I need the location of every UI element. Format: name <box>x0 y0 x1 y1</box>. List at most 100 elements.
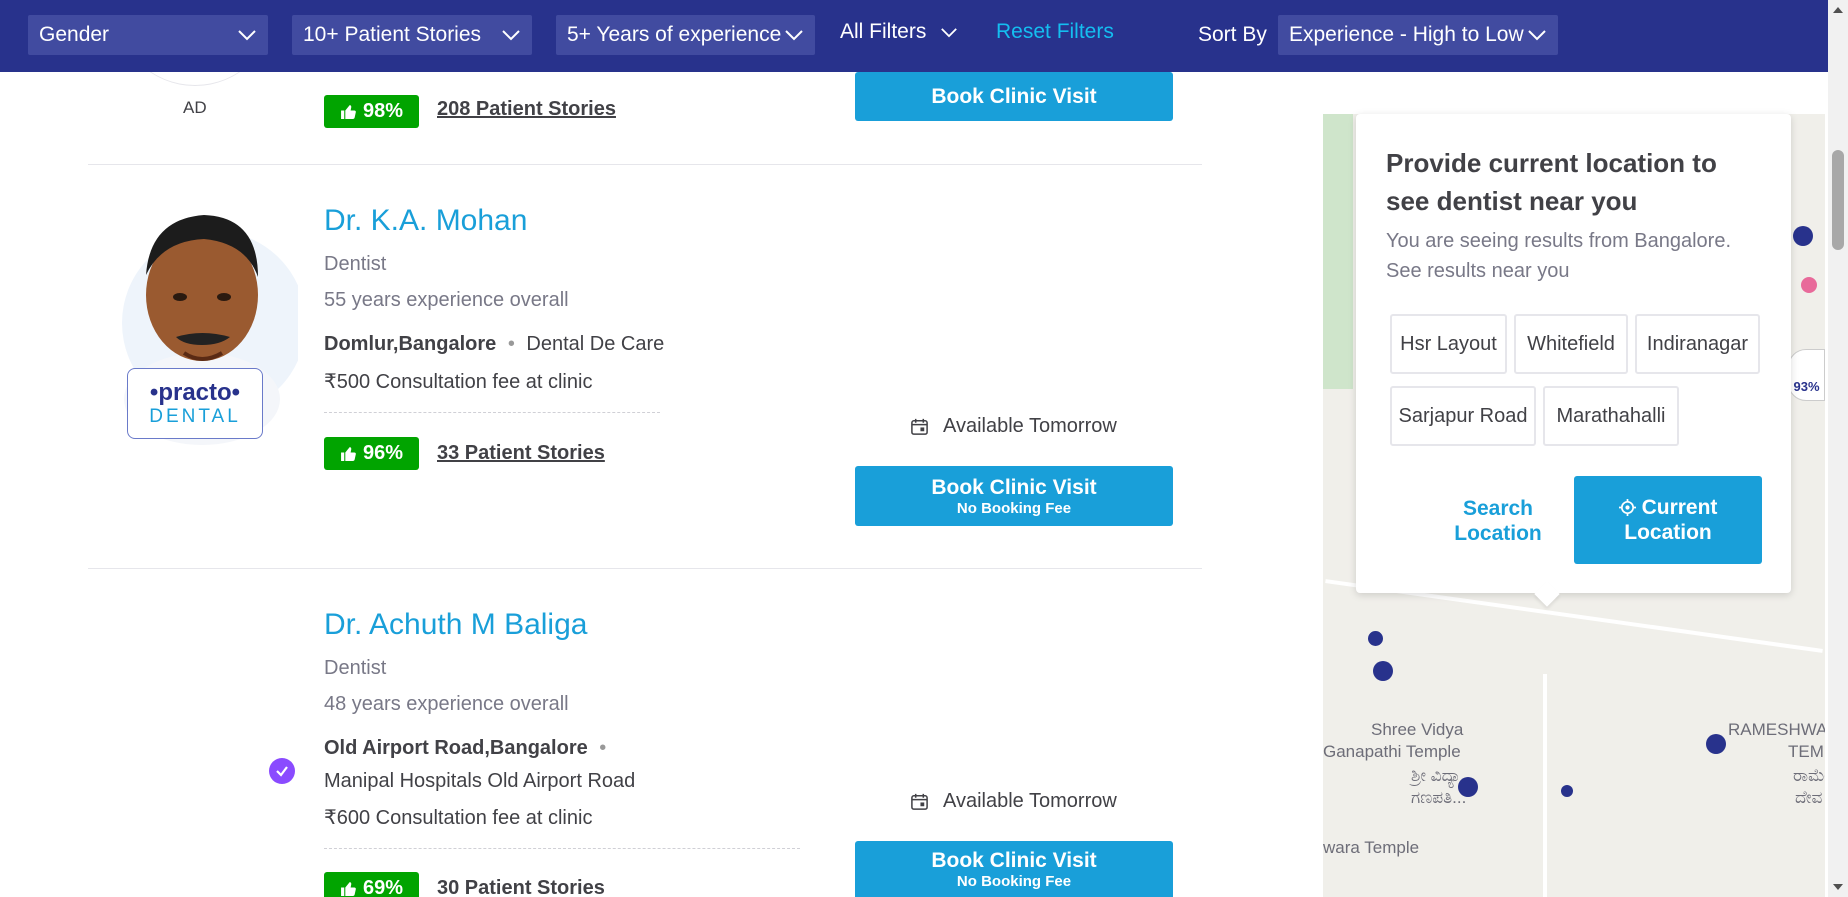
book-clinic-visit-button[interactable]: Book Clinic Visit No Booking Fee <box>855 841 1173 897</box>
availability: Available Tomorrow <box>910 790 1117 813</box>
patient-stories-link[interactable]: 33 Patient Stories <box>437 442 605 465</box>
location-popup: Provide current location to see dentist … <box>1356 114 1791 607</box>
patient-stories-filter-label: 10+ Patient Stories <box>303 23 482 46</box>
thumbs-up-icon <box>341 447 356 461</box>
doctor-name-link[interactable]: Dr. Achuth M Baliga <box>324 608 587 642</box>
map-pin[interactable] <box>1373 661 1393 681</box>
scroll-down-arrow-icon[interactable] <box>1832 881 1844 893</box>
calendar-icon <box>911 418 928 435</box>
doctor-experience: 55 years experience overall <box>324 289 569 311</box>
search-location-line2: Location <box>1454 522 1542 545</box>
experience-filter[interactable]: 5+ Years of experience <box>556 15 815 55</box>
thumbs-up-icon <box>341 105 356 119</box>
patient-stories-link[interactable]: 30 Patient Stories <box>437 877 605 897</box>
chevron-down-icon <box>785 30 803 41</box>
separator-dot: • <box>507 333 515 355</box>
scroll-up-arrow-icon[interactable] <box>1832 4 1844 16</box>
doctor-name-link[interactable]: Dr. K.A. Mohan <box>324 204 527 238</box>
current-location-button[interactable]: Current Location <box>1574 476 1762 564</box>
rating-value: 98% <box>362 100 404 122</box>
separator-dot: • <box>599 737 607 759</box>
experience-filter-label: 5+ Years of experience <box>567 23 782 46</box>
location-popup-title: Provide current location to see dentist … <box>1386 148 1717 216</box>
map-label: Ganapathi Temple <box>1323 742 1461 761</box>
book-button-label: Book Clinic Visit <box>931 848 1097 872</box>
card-divider <box>88 568 1202 569</box>
rating-map-pin[interactable]: 93% <box>1788 349 1825 401</box>
rating-badge: 69% <box>324 872 419 897</box>
doctor-clinic[interactable]: Dental De Care <box>526 333 664 355</box>
map-park-area <box>1323 114 1353 389</box>
map-label: RAMESHWA <box>1728 720 1825 739</box>
page: Gender 10+ Patient Stories 5+ Years of e… <box>0 0 1848 897</box>
info-divider <box>324 412 660 413</box>
doctor-location: Old Airport Road,Bangalore • <box>324 737 612 760</box>
all-filters-button[interactable]: All Filters <box>840 20 958 44</box>
current-location-line1: Current <box>1641 496 1718 519</box>
doctor-experience: 48 years experience overall <box>324 693 569 715</box>
dental-logo-text: DENTAL <box>149 405 241 427</box>
patient-stories-filter[interactable]: 10+ Patient Stories <box>292 15 532 55</box>
availability: Available Tomorrow <box>910 415 1117 438</box>
chevron-down-icon <box>941 27 958 37</box>
consultation-fee: ₹600 Consultation fee at clinic <box>324 807 593 829</box>
gender-filter-label: Gender <box>39 23 110 46</box>
filter-bar: Gender 10+ Patient Stories 5+ Years of e… <box>0 0 1828 72</box>
doctor-locality[interactable]: Old Airport Road,Bangalore <box>324 737 588 759</box>
doctor-photo: •practo• DENTAL <box>118 205 306 445</box>
current-location-line2: Location <box>1624 521 1712 544</box>
location-chip[interactable]: Sarjapur Road <box>1390 386 1536 446</box>
map-label: wara Temple <box>1323 838 1420 857</box>
ad-label: AD <box>183 98 207 117</box>
sort-select[interactable]: Experience - High to Low <box>1278 15 1558 55</box>
book-clinic-visit-button[interactable]: Book Clinic Visit No Booking Fee <box>855 466 1173 526</box>
practo-logo-text: •practo• <box>149 378 241 406</box>
card-divider <box>88 164 1202 165</box>
location-chip[interactable]: Whitefield <box>1514 314 1628 374</box>
map-pin[interactable] <box>1368 631 1383 646</box>
map-pin[interactable] <box>1801 277 1817 293</box>
location-chip[interactable]: Hsr Layout <box>1390 314 1507 374</box>
map-label: ದೇವ <box>1795 788 1823 807</box>
info-divider <box>324 848 800 849</box>
all-filters-label: All Filters <box>840 20 927 43</box>
rating-badge: 96% <box>324 437 419 470</box>
thumbs-up-icon <box>341 882 356 896</box>
reset-filters-link[interactable]: Reset Filters <box>996 20 1114 44</box>
gender-filter[interactable]: Gender <box>28 15 268 55</box>
map-label: TEM <box>1788 742 1824 761</box>
chevron-down-icon <box>502 30 520 41</box>
calendar-icon <box>911 793 928 810</box>
chevron-down-icon <box>1528 30 1546 41</box>
map-label: ಗಣಪತಿ... <box>1411 788 1467 807</box>
search-location-button[interactable]: Search Location <box>1428 496 1568 546</box>
practo-dental-logo: •practo• DENTAL <box>127 368 263 439</box>
search-location-line1: Search <box>1462 497 1534 520</box>
availability-text: Available Tomorrow <box>943 790 1117 812</box>
rating-map-pin-value: 93% <box>1793 379 1820 394</box>
book-clinic-visit-button[interactable]: Book Clinic Visit <box>855 72 1173 121</box>
doctor-specialty: Dentist <box>324 253 387 275</box>
sort-select-value: Experience - High to Low <box>1289 23 1524 46</box>
location-chip[interactable]: Indiranagar <box>1635 314 1760 374</box>
patient-stories-link[interactable]: 208 Patient Stories <box>437 98 616 121</box>
map-pin[interactable] <box>1706 734 1726 754</box>
location-chip[interactable]: Marathahalli <box>1543 386 1679 446</box>
no-booking-fee-label: No Booking Fee <box>956 872 1072 890</box>
book-button-label: Book Clinic Visit <box>931 84 1097 108</box>
map-pin[interactable] <box>1793 226 1813 246</box>
rating-value: 69% <box>362 877 404 897</box>
doctor-clinic[interactable]: Manipal Hospitals Old Airport Road <box>324 770 635 793</box>
location-popup-subtitle: You are seeing results from Bangalore. S… <box>1386 230 1732 282</box>
map-pin[interactable] <box>1561 785 1573 797</box>
no-booking-fee-label: No Booking Fee <box>956 499 1072 517</box>
chevron-down-icon <box>238 30 256 41</box>
page-scrollbar[interactable] <box>1828 0 1848 897</box>
scrollbar-thumb[interactable] <box>1832 150 1844 250</box>
availability-text: Available Tomorrow <box>943 415 1117 437</box>
rating-badge: 98% <box>324 95 419 128</box>
book-button-label: Book Clinic Visit <box>931 475 1097 499</box>
doctor-locality[interactable]: Domlur,Bangalore <box>324 333 496 355</box>
sort-by-label: Sort By <box>1198 23 1267 46</box>
verified-badge-icon <box>269 758 295 784</box>
